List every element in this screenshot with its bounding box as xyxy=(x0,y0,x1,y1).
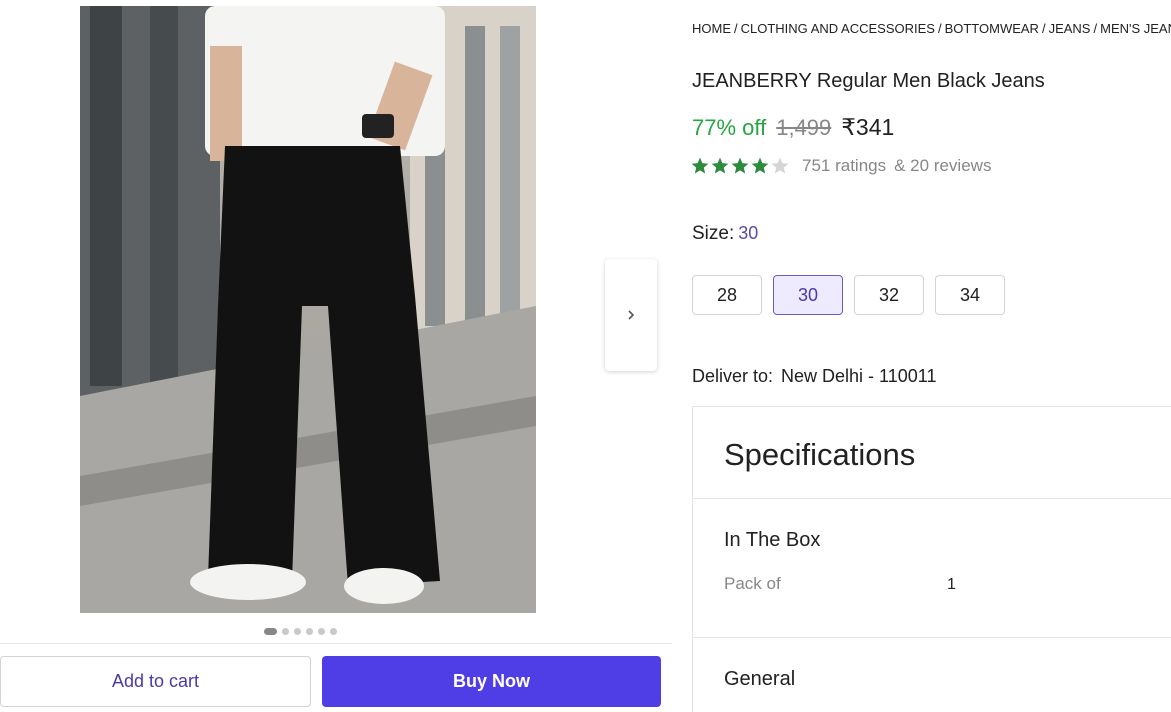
carousel-dot[interactable] xyxy=(264,628,277,635)
breadcrumb-item[interactable]: MEN'S JEANS xyxy=(1100,21,1171,36)
specifications-panel: Specifications In The Box Pack of 1 Gene… xyxy=(692,406,1171,712)
star-icon xyxy=(751,157,769,174)
delivery-location[interactable]: New Delhi - 110011 xyxy=(781,366,936,386)
breadcrumb-separator: / xyxy=(734,21,738,36)
size-options: 28 30 32 34 xyxy=(692,275,1005,315)
price-row: 77% off 1,499 ₹341 xyxy=(692,114,894,141)
selling-price: ₹341 xyxy=(841,114,895,140)
carousel-dot[interactable] xyxy=(282,628,289,635)
divider xyxy=(693,637,1171,638)
star-icon xyxy=(711,157,729,174)
buy-now-button[interactable]: Buy Now xyxy=(322,656,661,707)
carousel-dot[interactable] xyxy=(306,628,313,635)
ratings-count[interactable]: 751 ratings xyxy=(802,156,886,176)
selected-size-value: 30 xyxy=(738,223,759,243)
size-label-row: Size: 30 xyxy=(692,223,758,245)
discount-badge: 77% off xyxy=(692,115,767,140)
breadcrumb: HOME / CLOTHING AND ACCESSORIES / BOTTOMWEAR… xyxy=(692,21,1171,36)
carousel-dot[interactable] xyxy=(330,628,337,635)
size-option-30[interactable]: 30 xyxy=(773,275,843,315)
product-photo-graphic xyxy=(80,6,536,613)
pack-of-label: Pack of xyxy=(724,574,781,593)
size-option-34[interactable]: 34 xyxy=(935,275,1005,315)
carousel-dots xyxy=(264,628,337,635)
delivery-row: Deliver to: New Delhi - 110011 xyxy=(692,366,936,387)
in-the-box-heading: In The Box xyxy=(724,529,821,551)
product-image[interactable] xyxy=(80,6,536,613)
add-to-cart-button[interactable]: Add to cart xyxy=(0,656,311,707)
breadcrumb-item[interactable]: CLOTHING AND ACCESSORIES xyxy=(741,21,935,36)
specifications-header: Specifications xyxy=(693,407,1171,499)
star-icon xyxy=(771,157,789,174)
general-heading: General xyxy=(724,668,796,690)
carousel-next-button[interactable] xyxy=(605,259,657,371)
reviews-count[interactable]: & 20 reviews xyxy=(894,156,991,176)
pack-of-value: 1 xyxy=(947,576,956,593)
deliver-to-label: Deliver to: xyxy=(692,366,774,386)
rating-row: 751 ratings & 20 reviews xyxy=(690,156,991,176)
carousel-dot[interactable] xyxy=(318,628,325,635)
breadcrumb-separator: / xyxy=(1041,21,1046,36)
breadcrumb-item[interactable]: BOTTOMWEAR xyxy=(945,21,1039,36)
action-bar: Add to cart Buy Now xyxy=(0,643,672,712)
breadcrumb-item[interactable]: HOME xyxy=(692,21,731,36)
product-title: JEANBERRY Regular Men Black Jeans xyxy=(692,70,1045,92)
breadcrumb-separator: / xyxy=(937,21,942,36)
star-rating xyxy=(690,156,790,176)
size-option-32[interactable]: 32 xyxy=(854,275,924,315)
specifications-title: Specifications xyxy=(724,437,916,472)
size-label: Size: xyxy=(692,223,735,244)
breadcrumb-separator: / xyxy=(1093,21,1098,36)
star-icon xyxy=(731,157,749,174)
size-option-28[interactable]: 28 xyxy=(692,275,762,315)
star-icon xyxy=(691,157,709,174)
chevron-right-icon xyxy=(628,310,635,320)
original-price: 1,499 xyxy=(776,115,832,140)
breadcrumb-item[interactable]: JEANS xyxy=(1049,21,1091,36)
carousel-dot[interactable] xyxy=(294,628,301,635)
